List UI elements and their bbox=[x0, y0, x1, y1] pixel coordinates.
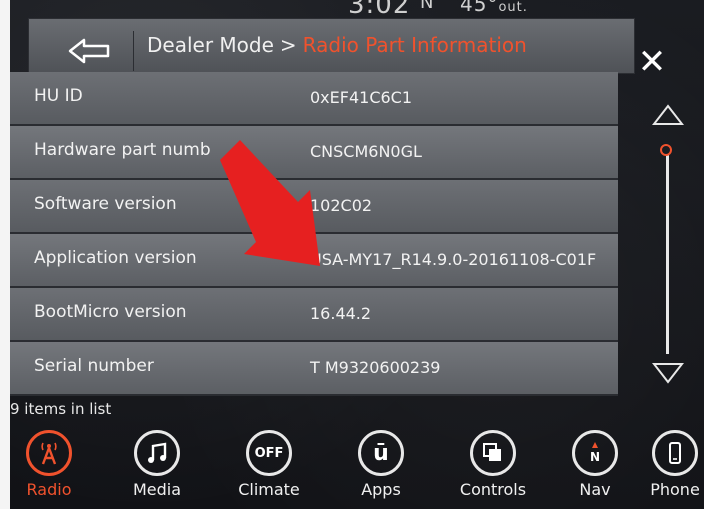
status-bar: 3:02 N 45°out. bbox=[340, 0, 580, 20]
list-count: 9 items in list bbox=[10, 400, 112, 418]
nav-nav[interactable]: N Nav bbox=[550, 430, 640, 509]
item-value: T M9320600239 bbox=[310, 358, 441, 377]
music-note-icon bbox=[134, 430, 180, 476]
item-label: HU ID bbox=[34, 86, 83, 106]
item-label: Hardware part numb bbox=[34, 140, 211, 160]
infotainment-screen: 3:02 N 45°out. Dealer Mode > Radio Part In… bbox=[10, 0, 704, 509]
list-item[interactable]: Software version 102C02 bbox=[10, 180, 618, 234]
item-label: Software version bbox=[34, 194, 177, 214]
compass-icon: N bbox=[572, 430, 618, 476]
close-button[interactable]: ✕ bbox=[632, 42, 672, 82]
breadcrumb: Dealer Mode > Radio Part Information bbox=[147, 33, 527, 57]
nav-label: Radio bbox=[26, 480, 72, 499]
phone-icon bbox=[652, 430, 698, 476]
scroll-track[interactable] bbox=[666, 154, 669, 354]
nav-radio[interactable]: Radio bbox=[10, 430, 94, 509]
scrollbar[interactable] bbox=[648, 104, 688, 389]
item-value: 16.44.2 bbox=[310, 304, 372, 323]
nav-media[interactable]: Media bbox=[112, 430, 202, 509]
breadcrumb-separator: > bbox=[279, 33, 297, 57]
nav-controls[interactable]: Controls bbox=[448, 430, 538, 509]
nav-label: Controls bbox=[459, 480, 527, 499]
item-value: CNSCM6N0GL bbox=[310, 142, 422, 161]
list-item[interactable]: HU ID 0xEF41C6C1 bbox=[10, 72, 618, 126]
compass-direction: N bbox=[420, 0, 435, 13]
item-value: USA-MY17_R14.9.0-20161108-C01F bbox=[310, 250, 597, 269]
scroll-up-icon[interactable] bbox=[652, 104, 684, 126]
bottom-nav: Radio Media OFF Climate ū Apps Controls bbox=[10, 422, 704, 509]
close-icon: ✕ bbox=[637, 42, 667, 82]
radio-icon bbox=[26, 430, 72, 476]
nav-apps[interactable]: ū Apps bbox=[336, 430, 426, 509]
scroll-thumb[interactable] bbox=[660, 144, 672, 156]
item-value: 0xEF41C6C1 bbox=[310, 88, 413, 107]
breadcrumb-current: Radio Part Information bbox=[302, 33, 527, 57]
climate-off-icon: OFF bbox=[246, 430, 292, 476]
nav-climate[interactable]: OFF Climate bbox=[224, 430, 314, 509]
nav-phone[interactable]: Phone bbox=[630, 430, 704, 509]
outside-temperature: 45°out. bbox=[460, 0, 528, 16]
scroll-down-icon[interactable] bbox=[652, 362, 684, 384]
back-arrow-icon bbox=[68, 38, 110, 64]
clock: 3:02 bbox=[348, 0, 411, 20]
item-label: Serial number bbox=[34, 356, 154, 376]
apps-glyph: ū bbox=[373, 440, 389, 466]
nav-label: Apps bbox=[361, 480, 401, 499]
list-item[interactable]: Hardware part numb CNSCM6N0GL bbox=[10, 126, 618, 180]
nav-label: Climate bbox=[238, 480, 300, 499]
item-label: Application version bbox=[34, 248, 197, 268]
item-value: 102C02 bbox=[310, 196, 373, 215]
breadcrumb-parent[interactable]: Dealer Mode bbox=[147, 33, 274, 57]
nav-label: Media bbox=[132, 480, 182, 499]
list-item[interactable]: Application version USA-MY17_R14.9.0-201… bbox=[10, 234, 618, 288]
climate-off-glyph: OFF bbox=[254, 445, 284, 461]
temperature-suffix: out. bbox=[498, 0, 528, 15]
list-item[interactable]: Serial number T M9320600239 bbox=[10, 342, 618, 396]
back-button[interactable] bbox=[47, 31, 134, 71]
list-item[interactable]: BootMicro version 16.44.2 bbox=[10, 288, 618, 342]
nav-label: Phone bbox=[650, 480, 700, 499]
controls-icon bbox=[470, 430, 516, 476]
apps-icon: ū bbox=[358, 430, 404, 476]
item-label: BootMicro version bbox=[34, 302, 187, 322]
svg-text:N: N bbox=[590, 450, 600, 464]
page-header: Dealer Mode > Radio Part Information bbox=[28, 18, 635, 74]
nav-label: Nav bbox=[579, 480, 611, 499]
temperature-value: 45° bbox=[460, 0, 499, 16]
